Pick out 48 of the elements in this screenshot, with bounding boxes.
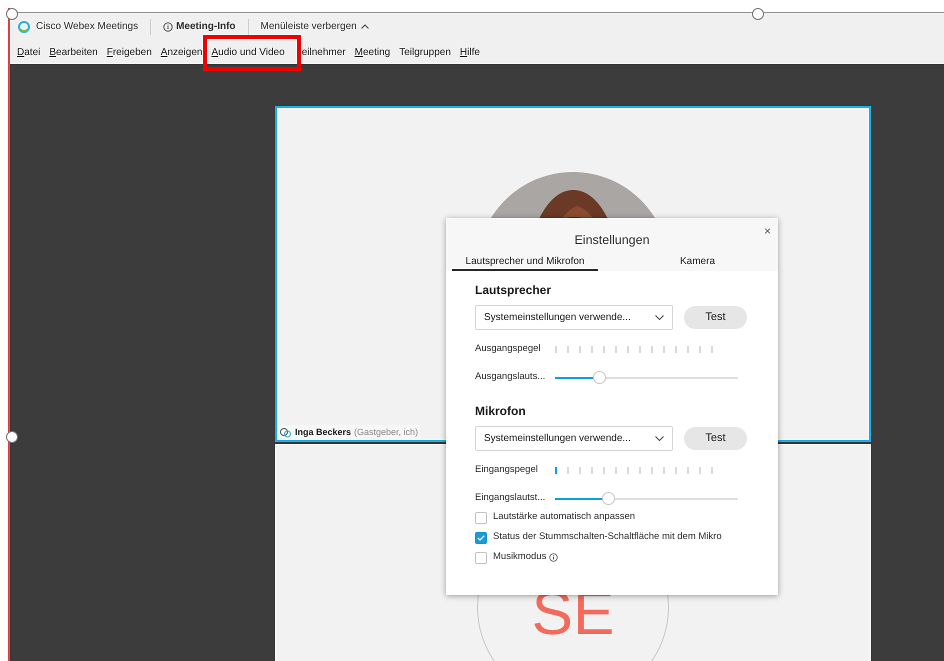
app-title: Cisco Webex Meetings [36,20,138,34]
meeting-info-button[interactable]: Meeting-Info [163,19,236,34]
chevron-down-icon [655,436,664,441]
participant-role: (Gastgeber, ich) [354,426,418,439]
resize-handle[interactable] [6,8,18,20]
tab[interactable]: Lautsprecher und Mikrofon [452,253,598,271]
menu-item[interactable]: Audio und Video [211,44,285,60]
menu-item[interactable]: Datei [17,44,40,60]
menu-item[interactable]: Anzeigen [160,44,202,60]
close-button[interactable]: × [764,225,771,237]
volume-slider[interactable] [555,370,738,384]
audio-status-icon [279,426,292,438]
slider-thumb[interactable] [592,370,606,384]
checkbox[interactable] [475,552,487,564]
meter-label: Ausgangspegel [475,342,542,356]
menu-item[interactable]: Hilfe [460,44,480,60]
volume-label: Ausgangslauts... [475,370,546,384]
tab[interactable]: Kamera [598,253,714,271]
menu-item[interactable]: Meeting [354,44,390,60]
menu-item[interactable]: Teilgruppen [399,44,451,60]
chevron-down-icon [655,315,664,320]
test-button[interactable]: Test [684,306,747,329]
option-label: Lautstärke automatisch anpassen [493,510,636,524]
menu-item[interactable]: Freigeben [106,44,152,60]
device-dropdown[interactable]: Systemeinstellungen verwende... [475,426,673,451]
info-icon[interactable] [549,553,558,562]
section-heading: Lautsprecher [475,282,552,299]
checkbox[interactable] [475,532,487,544]
option-label: Musikmodus [493,550,546,564]
resize-handle[interactable] [6,431,18,443]
option-label: Status der Stummschalten-Schaltfläche mit dem Mikro [493,530,722,544]
volume-slider[interactable] [555,492,738,504]
hide-menu-button[interactable]: Menüleiste verbergen [260,19,369,34]
resize-handle[interactable] [752,8,764,20]
device-dropdown[interactable]: Systemeinstellungen verwende... [475,305,673,330]
participant-name: Inga Beckers [295,426,352,439]
volume-label: Eingangslautst... [475,490,546,505]
app-logo-icon [18,20,30,32]
section-heading: Mikrofon [475,403,527,420]
checkbox[interactable] [475,512,487,524]
menu-item[interactable]: eilnehmer [302,44,346,60]
meter-label: Eingangspegel [475,462,539,477]
slider-thumb[interactable] [602,492,616,504]
dialog-title: Einstellungen [574,232,650,249]
menu-item[interactable]: Bearbeiten [49,44,98,60]
chevron-up-icon [360,24,369,29]
info-icon [163,22,174,32]
test-button[interactable]: Test [684,427,747,450]
